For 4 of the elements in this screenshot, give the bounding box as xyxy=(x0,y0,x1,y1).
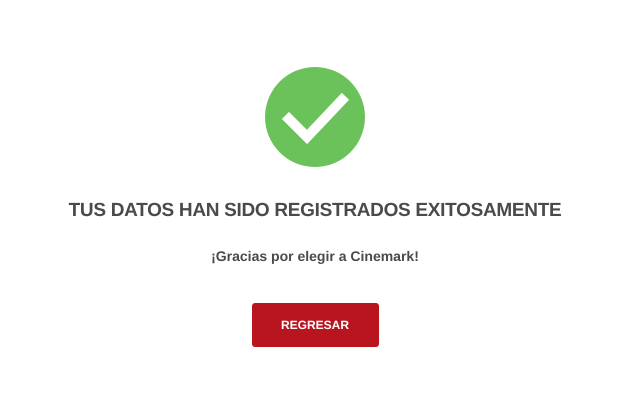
return-button[interactable]: REGRESAR xyxy=(252,303,378,347)
check-circle-icon xyxy=(265,67,365,167)
success-heading: TUS DATOS HAN SIDO REGISTRADOS EXITOSAMENTE xyxy=(68,199,562,223)
thanks-message: ¡Gracias por elegir a Cinemark! xyxy=(211,247,419,265)
